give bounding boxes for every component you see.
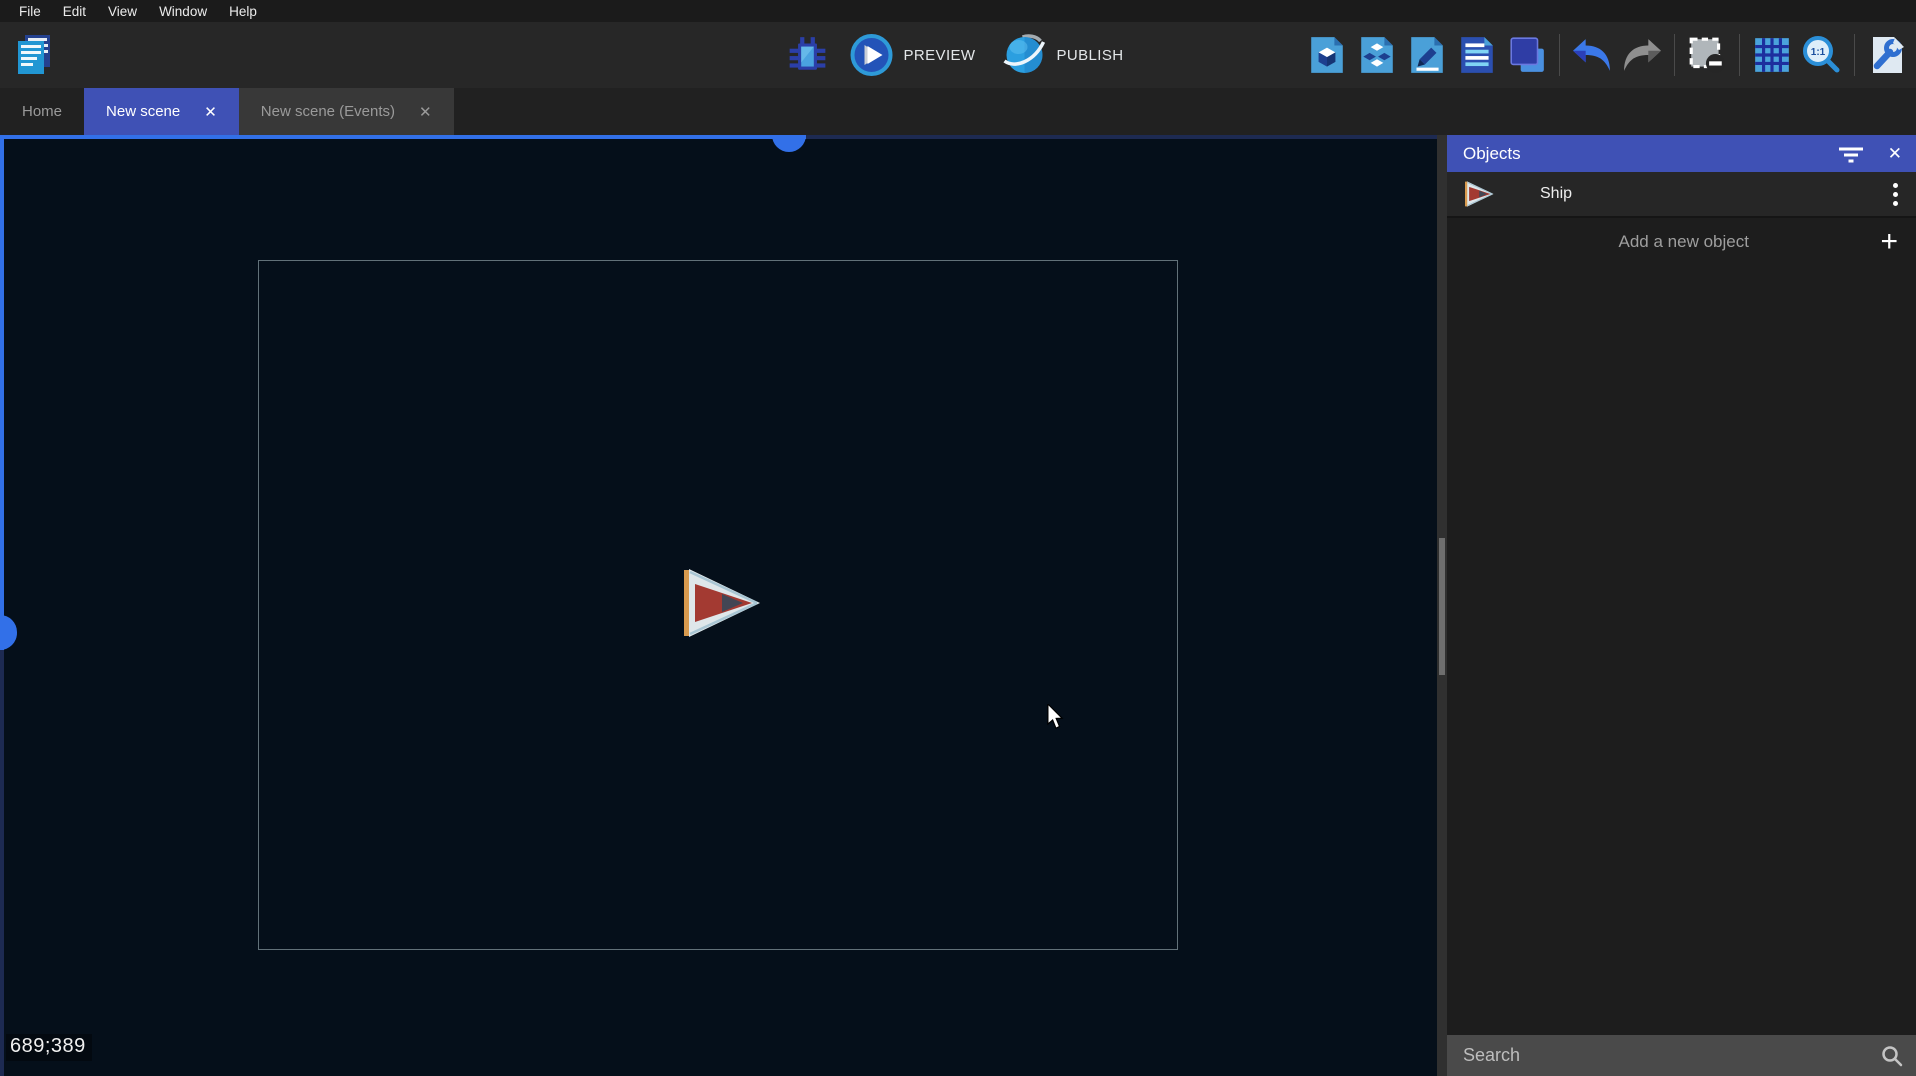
tab-close-icon[interactable]: ✕ <box>204 103 217 121</box>
horizontal-scrollbar-thumb[interactable] <box>772 135 806 152</box>
tab-home-label: Home <box>22 103 62 120</box>
editor-tabs: Home New scene ✕ New scene (Events) ✕ <box>0 88 1916 135</box>
object-groups-icon <box>1357 35 1397 75</box>
search-icon <box>1880 1044 1904 1068</box>
open-objects-editor-button[interactable] <box>1304 27 1350 83</box>
grid-icon <box>1752 35 1792 75</box>
objects-panel-title: Objects <box>1463 144 1838 164</box>
open-instances-list-button[interactable] <box>1454 27 1500 83</box>
tab-home[interactable]: Home <box>0 88 84 135</box>
redo-icon <box>1620 36 1664 74</box>
svg-text:1:1: 1:1 <box>1811 47 1826 58</box>
objects-panel-header: Objects ✕ <box>1447 135 1916 172</box>
object-list-item-ship[interactable]: Ship <box>1447 172 1916 218</box>
debug-bug-icon <box>787 34 829 76</box>
horizontal-scrollbar-track[interactable] <box>806 135 1437 139</box>
objects-panel: Objects ✕ Ship <box>1447 135 1916 1076</box>
tab-new-scene-events[interactable]: New scene (Events) ✕ <box>239 88 454 135</box>
redo-button[interactable] <box>1619 27 1665 83</box>
toolbar-separator <box>1559 34 1560 76</box>
project-manager-icon <box>11 33 57 77</box>
project-manager-button[interactable] <box>8 32 60 78</box>
undo-button[interactable] <box>1569 27 1615 83</box>
plus-icon[interactable]: + <box>1876 227 1902 257</box>
filter-icon[interactable] <box>1838 145 1864 163</box>
add-new-object-label: Add a new object <box>1491 232 1876 252</box>
ship-object-thumbnail <box>1465 179 1495 209</box>
properties-pencil-icon <box>1407 35 1447 75</box>
menu-view[interactable]: View <box>97 0 148 22</box>
objects-search-input[interactable] <box>1463 1045 1880 1066</box>
horizontal-scrollbar-track[interactable] <box>0 135 806 139</box>
toolbar-separator <box>1739 34 1740 76</box>
publish-label: PUBLISH <box>1056 47 1123 64</box>
ship-instance[interactable] <box>684 563 764 643</box>
menu-window[interactable]: Window <box>148 0 218 22</box>
toolbar-separator <box>1674 34 1675 76</box>
zoom-1-1-icon: 1:1 <box>1801 34 1843 76</box>
layers-icon <box>1507 35 1547 75</box>
mouse-cursor <box>1046 704 1064 730</box>
open-object-groups-editor-button[interactable] <box>1354 27 1400 83</box>
toolbar-separator <box>1854 34 1855 76</box>
preview-button[interactable]: PREVIEW <box>841 28 984 82</box>
objects-search-bar <box>1447 1035 1916 1076</box>
vertical-scrollbar-track[interactable] <box>0 650 4 1076</box>
scene-editor-canvas[interactable]: 689;389 <box>0 135 1437 1076</box>
deselect-icon <box>1687 35 1727 75</box>
objects-panel-empty-area <box>1447 266 1916 1035</box>
vertical-scrollbar-thumb[interactable] <box>0 615 17 650</box>
toggle-grid-button[interactable] <box>1749 27 1795 83</box>
open-layers-editor-button[interactable] <box>1504 27 1550 83</box>
menu-file[interactable]: File <box>8 0 52 22</box>
splitter-handle[interactable] <box>1439 538 1445 675</box>
tab-new-scene-label: New scene <box>106 103 180 120</box>
object-context-menu-icon[interactable] <box>1889 179 1902 210</box>
object-name-label: Ship <box>1540 185 1889 203</box>
menu-bar: File Edit View Window Help <box>0 0 1916 22</box>
menu-edit[interactable]: Edit <box>52 0 97 22</box>
panel-splitter[interactable] <box>1437 135 1447 1076</box>
tab-new-scene-events-label: New scene (Events) <box>261 103 395 120</box>
tab-new-scene[interactable]: New scene ✕ <box>84 88 239 135</box>
objects-editor-icon <box>1307 35 1347 75</box>
cursor-coordinates-label: 689;389 <box>6 1034 92 1061</box>
add-new-object-button[interactable]: Add a new object + <box>1447 218 1916 266</box>
scene-properties-button[interactable] <box>1864 27 1910 83</box>
menu-help[interactable]: Help <box>218 0 268 22</box>
tab-close-icon[interactable]: ✕ <box>419 103 432 121</box>
debug-button[interactable] <box>785 27 831 83</box>
close-panel-icon[interactable]: ✕ <box>1888 144 1902 164</box>
clear-selection-button[interactable] <box>1684 27 1730 83</box>
scene-properties-wrench-icon <box>1867 35 1907 75</box>
preview-play-icon <box>849 32 895 78</box>
zoom-reset-button[interactable]: 1:1 <box>1799 27 1845 83</box>
publish-button[interactable]: PUBLISH <box>993 28 1131 82</box>
main-toolbar: PREVIEW PUBLISH <box>0 22 1916 88</box>
vertical-scrollbar-track[interactable] <box>0 135 4 650</box>
undo-icon <box>1570 36 1614 74</box>
preview-label: PREVIEW <box>904 47 976 64</box>
instances-list-icon <box>1457 35 1497 75</box>
open-properties-panel-button[interactable] <box>1404 27 1450 83</box>
publish-globe-icon <box>1001 32 1047 78</box>
